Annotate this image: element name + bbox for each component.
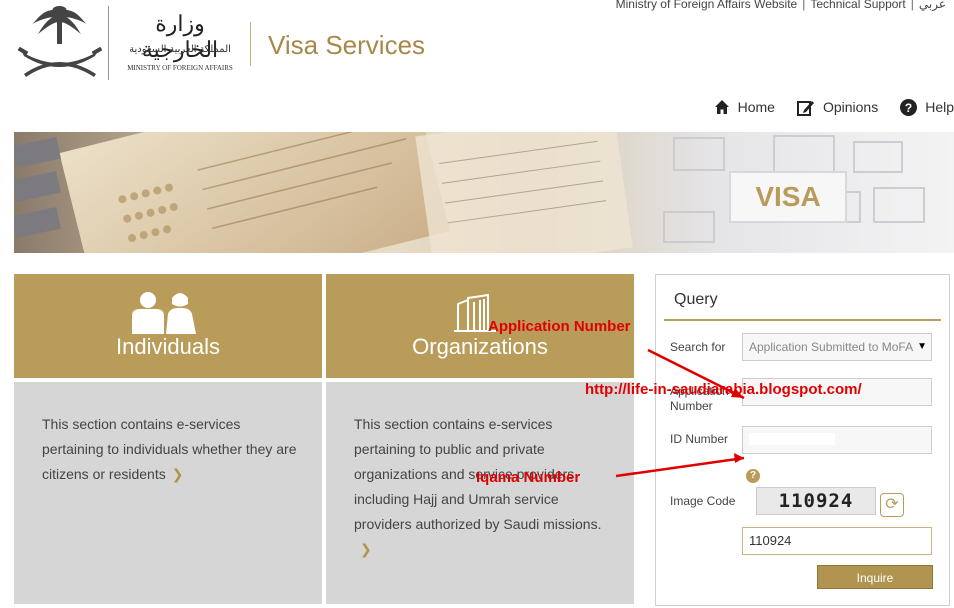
svg-text:?: ?: [905, 101, 912, 115]
logo-english-name: MINISTRY OF FOREIGN AFFAIRS: [127, 64, 233, 72]
annotation-application-number: Application Number: [488, 318, 631, 335]
nav-home[interactable]: Home: [714, 99, 775, 115]
nav-help-label: Help: [925, 99, 954, 115]
arabic-language-link[interactable]: عربي: [919, 0, 946, 11]
query-title-rule: [664, 319, 941, 321]
chevron-right-icon[interactable]: ❯: [360, 537, 372, 562]
chevron-right-icon[interactable]: ❯: [172, 462, 184, 487]
query-panel: Query Search for Application Submitted t…: [655, 274, 950, 606]
edit-icon: [796, 100, 814, 116]
individuals-title: Individuals: [116, 334, 220, 359]
ministry-logo[interactable]: وزارة الخارجية المملكة العربية السعودية …: [12, 4, 242, 82]
individuals-description: This section contains e-services pertain…: [42, 416, 297, 482]
organizations-description-panel: This section contains e-services pertain…: [326, 382, 634, 604]
top-links: Ministry of Foreign Affairs Website | Tech…: [616, 0, 946, 11]
annotation-url: http://life-in-saudiarabia.blogspot.com/: [585, 381, 862, 398]
refresh-icon[interactable]: ⟳: [880, 493, 904, 517]
help-icon: ?: [900, 98, 918, 116]
image-code-label: Image Code: [670, 494, 736, 508]
search-for-label: Search for: [670, 340, 726, 354]
nav-opinions-label: Opinions: [822, 99, 879, 115]
inquire-button[interactable]: Inquire: [817, 565, 933, 589]
individuals-card[interactable]: Individuals: [14, 274, 322, 378]
home-icon: [714, 100, 729, 114]
annotation-iqama-number: Iqama Number: [476, 469, 581, 486]
nav-opinions[interactable]: Opinions: [796, 99, 879, 116]
visa-banner: VISA: [14, 132, 954, 253]
image-code-input[interactable]: 110924: [742, 527, 932, 555]
query-title: Query: [674, 291, 718, 308]
logo-divider: [108, 6, 109, 80]
logo-arabic-sub: المملكة العربية السعودية: [129, 44, 231, 55]
captcha-image: 110924: [756, 487, 876, 515]
help-icon[interactable]: ?: [746, 469, 760, 483]
main-nav: Home Opinions ? Help: [714, 96, 954, 118]
nav-help[interactable]: ? Help: [900, 98, 954, 116]
banner-graphic: VISA: [14, 132, 925, 253]
people-icon: [132, 292, 196, 334]
technical-support-link[interactable]: Technical Support: [810, 0, 905, 11]
emblem-icon: [17, 6, 103, 77]
dropdown-arrow-icon: ▼: [917, 341, 927, 352]
search-for-select[interactable]: Application Submitted to MoFA ▼: [742, 333, 932, 361]
search-for-value: Application Submitted to MoFA: [749, 340, 914, 354]
title-divider: [250, 22, 251, 66]
nav-home-label: Home: [737, 99, 775, 115]
organizations-title: Organizations: [412, 334, 548, 359]
id-number-redaction: [749, 433, 835, 445]
site-title: Visa Services: [268, 30, 426, 60]
logo-arabic-name: وزارة الخارجية: [141, 12, 219, 63]
banner-visa-text: VISA: [755, 181, 820, 212]
id-number-input[interactable]: [742, 426, 932, 454]
link-separator: |: [910, 0, 914, 11]
individuals-description-panel: This section contains e-services pertain…: [14, 382, 322, 604]
id-number-label: ID Number: [670, 432, 729, 446]
mofa-website-link[interactable]: Ministry of Foreign Affairs Website: [616, 0, 798, 11]
link-separator: |: [802, 0, 806, 11]
